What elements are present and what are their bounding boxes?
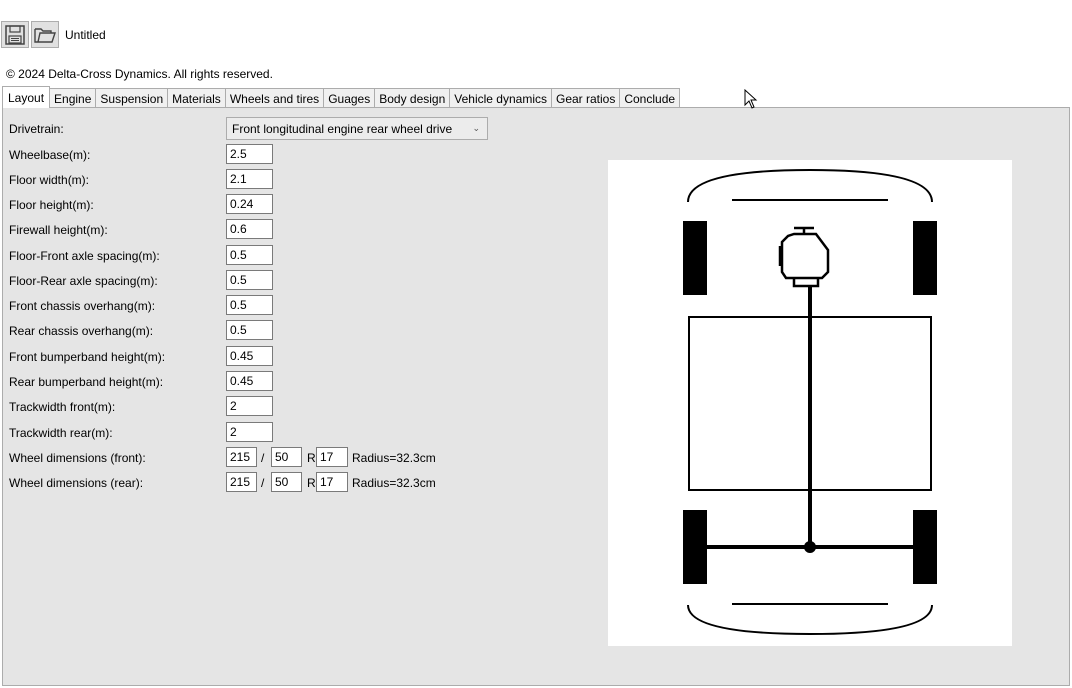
floor-rear-axle-spacing-label: Floor-Rear axle spacing(m): (9, 274, 158, 288)
trackwidth-front-input[interactable]: 2 (226, 396, 273, 416)
tab-vehicle-dynamics[interactable]: Vehicle dynamics (449, 88, 552, 108)
open-button[interactable] (31, 21, 59, 48)
floor-front-axle-spacing-label: Floor-Front axle spacing(m): (9, 249, 160, 263)
wheel-dimensions-rear-label: Wheel dimensions (rear): (9, 476, 144, 490)
wheel-rear-width-input[interactable]: 215 (226, 472, 257, 492)
wheel-front-radius: Radius=32.3cm (352, 451, 436, 465)
tab-wheels-and-tires[interactable]: Wheels and tires (224, 88, 325, 108)
tab-strip: Layout Engine Suspension Materials Wheel… (2, 86, 681, 108)
save-button[interactable] (1, 21, 29, 48)
tab-suspension[interactable]: Suspension (95, 88, 169, 108)
folder-open-icon (34, 27, 56, 43)
firewall-height-label: Firewall height(m): (9, 223, 108, 237)
rear-chassis-overhang-input[interactable]: 0.5 (226, 320, 273, 340)
wheel-rear-radius: Radius=32.3cm (352, 476, 436, 490)
tab-gear-ratios[interactable]: Gear ratios (550, 88, 621, 108)
front-left-wheel (683, 221, 707, 295)
tab-conclude[interactable]: Conclude (619, 88, 681, 108)
firewall-height-input[interactable]: 0.6 (226, 219, 273, 239)
floor-height-label: Floor height(m): (9, 198, 94, 212)
chassis-diagram (683, 168, 937, 636)
tab-layout[interactable]: Layout (2, 86, 51, 108)
floppy-disk-icon (5, 24, 25, 45)
front-chassis-overhang-input[interactable]: 0.5 (226, 295, 273, 315)
wheelbase-label: Wheelbase(m): (9, 148, 91, 162)
layout-diagram (608, 160, 1012, 646)
tab-engine[interactable]: Engine (49, 88, 97, 108)
rear-right-wheel (913, 510, 937, 584)
chevron-down-icon: ⌄ (472, 123, 480, 133)
document-title: Untitled (65, 27, 106, 42)
front-bumperband-height-input[interactable]: 0.45 (226, 346, 273, 366)
wheel-front-r-label: R (307, 451, 316, 465)
tab-materials[interactable]: Materials (167, 88, 226, 108)
rear-bumper-outline (687, 604, 933, 636)
trackwidth-rear-label: Trackwidth rear(m): (9, 426, 113, 440)
layout-panel: Drivetrain: Front longitudinal engine re… (2, 107, 1070, 686)
rear-bumperband-height-input[interactable]: 0.45 (226, 371, 273, 391)
wheelbase-input[interactable]: 2.5 (226, 144, 273, 164)
mouse-cursor-icon (744, 89, 758, 109)
rear-bumperband-height-label: Rear bumperband height(m): (9, 375, 164, 389)
rear-left-wheel (683, 510, 707, 584)
floor-rear-axle-spacing-input[interactable]: 0.5 (226, 270, 273, 290)
wheel-front-aspect-input[interactable]: 50 (271, 447, 302, 467)
wheel-rear-aspect-input[interactable]: 50 (271, 472, 302, 492)
front-chassis-overhang-label: Front chassis overhang(m): (9, 299, 156, 313)
wheel-front-rim-input[interactable]: 17 (316, 447, 348, 467)
front-bumper-outline (687, 168, 933, 203)
wheel-dimensions-front-label: Wheel dimensions (front): (9, 451, 146, 465)
copyright-text: © 2024 Delta-Cross Dynamics. All rights … (6, 67, 273, 81)
wheel-rear-r-label: R (307, 476, 316, 490)
tab-guages[interactable]: Guages (323, 88, 376, 108)
tab-body-design[interactable]: Body design (374, 88, 451, 108)
engine-icon (778, 226, 830, 288)
floor-width-label: Floor width(m): (9, 173, 90, 187)
floor-height-input[interactable]: 0.24 (226, 194, 273, 214)
drivetrain-select[interactable]: Front longitudinal engine rear wheel dri… (226, 117, 488, 140)
wheel-front-width-input[interactable]: 215 (226, 447, 257, 467)
trackwidth-rear-input[interactable]: 2 (226, 422, 273, 442)
drivetrain-value: Front longitudinal engine rear wheel dri… (232, 121, 453, 136)
wheel-front-slash: / (261, 451, 265, 465)
toolbar: Untitled (1, 20, 106, 49)
wheel-rear-slash: / (261, 476, 265, 490)
trackwidth-front-label: Trackwidth front(m): (9, 400, 116, 414)
front-bumperband-height-label: Front bumperband height(m): (9, 350, 166, 364)
rear-chassis-overhang-label: Rear chassis overhang(m): (9, 324, 154, 338)
wheel-rear-rim-input[interactable]: 17 (316, 472, 348, 492)
differential (804, 541, 816, 553)
front-right-wheel (913, 221, 937, 295)
floor-front-axle-spacing-input[interactable]: 0.5 (226, 245, 273, 265)
floor-width-input[interactable]: 2.1 (226, 169, 273, 189)
drivetrain-label: Drivetrain: (9, 122, 64, 136)
